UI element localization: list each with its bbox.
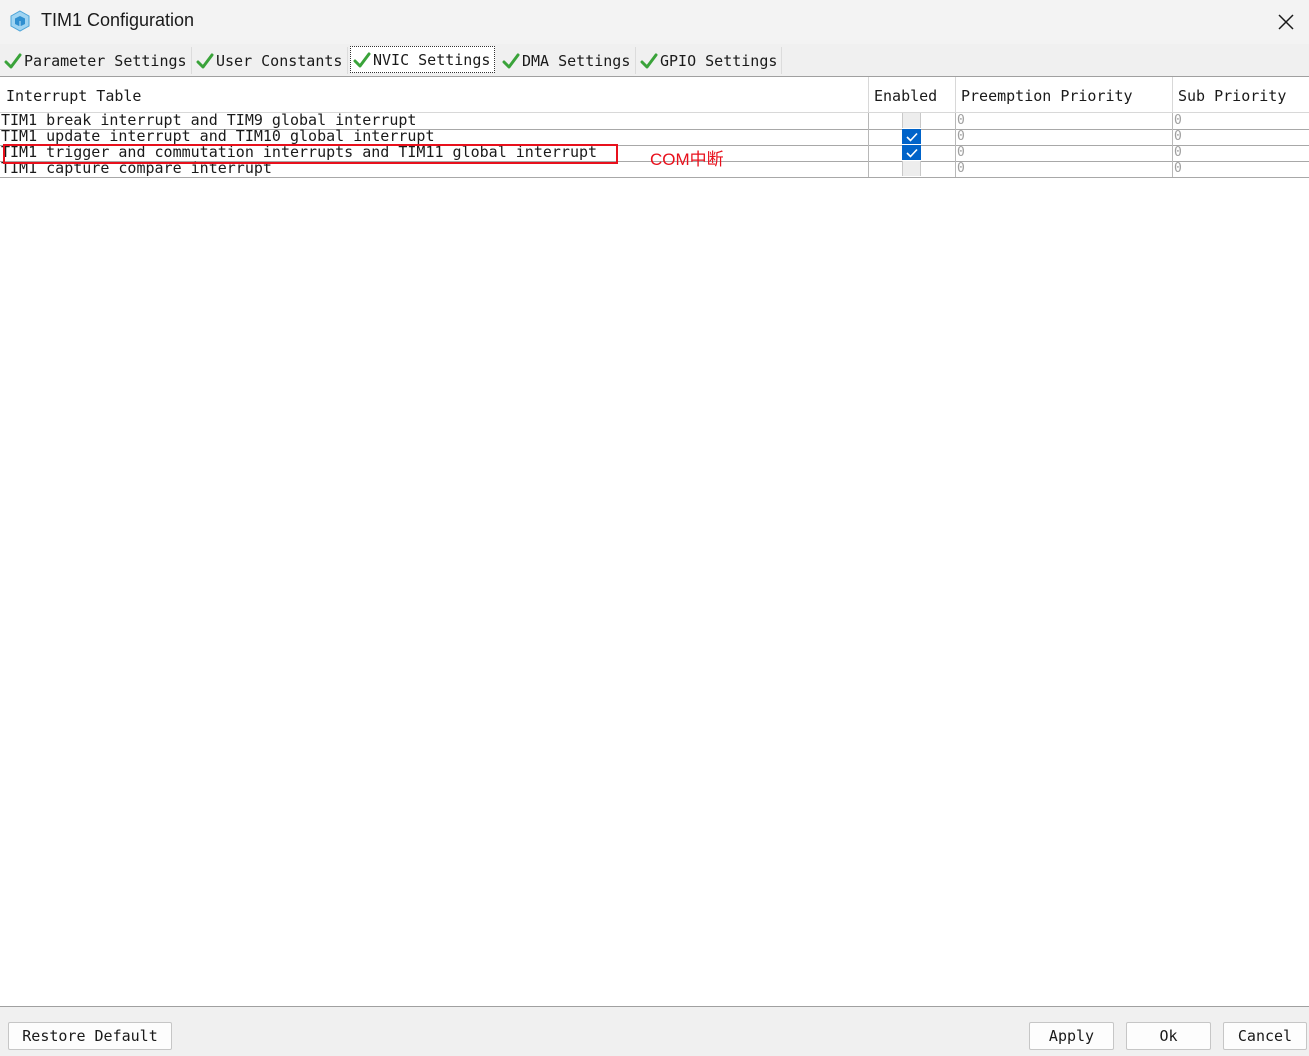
tab-label: Parameter Settings xyxy=(24,51,187,70)
checkmark-icon xyxy=(905,132,918,142)
close-button[interactable] xyxy=(1263,0,1309,44)
apply-button[interactable]: Apply xyxy=(1029,1022,1114,1050)
interrupt-name: TIM1 update interrupt and TIM10 global i… xyxy=(1,128,435,144)
cancel-button[interactable]: Cancel xyxy=(1223,1022,1307,1050)
checkmark-icon xyxy=(905,148,918,158)
tab-bar: Parameter Settings User Constants NVIC S… xyxy=(0,44,1309,77)
preemption-priority-value[interactable]: 0 xyxy=(955,113,1172,129)
title-bar: TIM1 Configuration xyxy=(0,0,1309,45)
tab-dma-settings[interactable]: DMA Settings xyxy=(500,47,636,74)
check-icon xyxy=(4,53,22,68)
preemption-priority-value[interactable]: 0 xyxy=(955,145,1172,161)
sub-priority-value[interactable]: 0 xyxy=(1172,145,1309,161)
interrupt-name: TIM1 break interrupt and TIM9 global int… xyxy=(1,112,417,128)
sub-priority-value[interactable]: 0 xyxy=(1172,113,1309,129)
header-interrupt-table[interactable]: Interrupt Table xyxy=(0,77,141,112)
tab-label: GPIO Settings xyxy=(660,51,778,70)
check-icon xyxy=(502,53,520,68)
enabled-checkbox[interactable] xyxy=(902,113,921,128)
enabled-checkbox[interactable] xyxy=(902,161,921,176)
tab-nvic-settings[interactable]: NVIC Settings xyxy=(350,46,495,73)
header-preemption-priority[interactable]: Preemption Priority xyxy=(955,77,1133,112)
sub-priority-value[interactable]: 0 xyxy=(1172,161,1309,177)
sub-priority-value[interactable]: 0 xyxy=(1172,129,1309,145)
annotation-label: COM中断 xyxy=(650,150,724,169)
tab-parameter-settings[interactable]: Parameter Settings xyxy=(2,47,192,74)
window-title: TIM1 Configuration xyxy=(41,10,195,30)
highlight-box xyxy=(3,144,618,164)
tab-gpio-settings[interactable]: GPIO Settings xyxy=(638,47,782,74)
preemption-priority-value[interactable]: 0 xyxy=(955,129,1172,145)
tab-user-constants[interactable]: User Constants xyxy=(194,47,348,74)
ok-button[interactable]: Ok xyxy=(1126,1022,1211,1050)
header-enabled[interactable]: Enabled xyxy=(868,77,937,112)
enabled-checkbox[interactable] xyxy=(902,145,921,160)
footer-bar: Restore Default Apply Ok Cancel xyxy=(0,1006,1309,1056)
enabled-checkbox[interactable] xyxy=(902,129,921,144)
check-icon xyxy=(353,52,371,67)
check-icon xyxy=(196,53,214,68)
tab-label: User Constants xyxy=(216,51,343,70)
cube-icon xyxy=(10,10,30,32)
preemption-priority-value[interactable]: 0 xyxy=(955,161,1172,177)
check-icon xyxy=(640,53,658,68)
tab-label: DMA Settings xyxy=(522,51,631,70)
restore-default-button[interactable]: Restore Default xyxy=(8,1022,172,1050)
tab-label: NVIC Settings xyxy=(373,50,491,69)
header-sub-priority[interactable]: Sub Priority xyxy=(1172,77,1286,112)
close-icon xyxy=(1278,14,1294,30)
table-header: Interrupt Table Enabled Preemption Prior… xyxy=(0,77,1309,113)
